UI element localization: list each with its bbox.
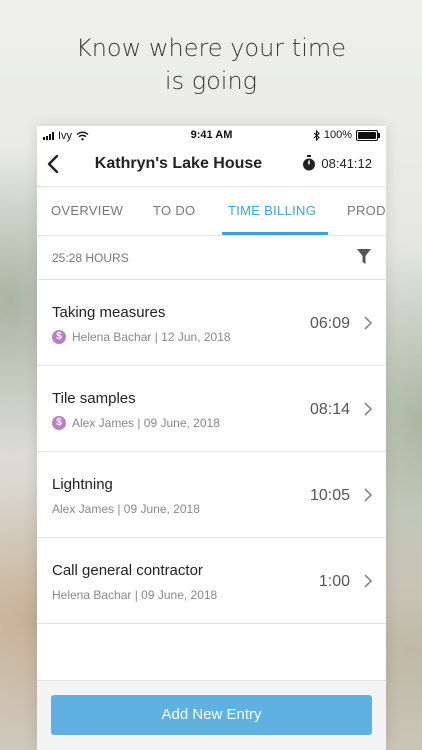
entry-meta: Helena Bachar | 12 Jun, 2018 bbox=[72, 330, 231, 344]
chevron-right-icon bbox=[364, 402, 373, 416]
entry-title: Call general contractor bbox=[52, 562, 203, 579]
stopwatch-icon bbox=[303, 155, 316, 171]
total-hours: 25:28 HOURS bbox=[52, 251, 129, 265]
bluetooth-icon bbox=[313, 129, 320, 141]
entry-duration: 1:00 bbox=[318, 573, 350, 590]
tab-overview[interactable]: OVERVIEW bbox=[51, 187, 123, 235]
entry-meta: Alex James | 09 June, 2018 bbox=[52, 502, 200, 516]
headline-line-1: Know where your time bbox=[75, 34, 347, 62]
navigation-bar: Kathryn's Lake House 08:41:12 bbox=[37, 146, 386, 186]
time-entry-row[interactable]: Taking measures $ Helena Bachar | 12 Jun… bbox=[37, 280, 386, 366]
footer-bar: Add New Entry bbox=[37, 680, 386, 750]
entry-duration: 06:09 bbox=[309, 315, 350, 332]
add-new-entry-button[interactable]: Add New Entry bbox=[51, 695, 372, 735]
time-entry-list: Taking measures $ Helena Bachar | 12 Jun… bbox=[37, 280, 386, 624]
entry-duration: 10:05 bbox=[309, 487, 350, 504]
battery-percent: 100% bbox=[323, 129, 352, 141]
status-bar: Ivy 9:41 AM 100% bbox=[37, 126, 386, 146]
tab-bar: OVERVIEW TO DO TIME BILLING PRODU bbox=[37, 186, 386, 236]
phone-screen: Ivy 9:41 AM 100% Kathryn's Lake House 08… bbox=[37, 126, 386, 750]
chevron-right-icon bbox=[364, 316, 373, 330]
timer-value: 08:41:12 bbox=[321, 155, 372, 171]
filter-button[interactable] bbox=[356, 248, 372, 266]
marketing-headline: Know where your time is going bbox=[0, 32, 422, 98]
tab-products[interactable]: PRODU bbox=[347, 187, 386, 235]
time-entry-row[interactable]: Tile samples $ Alex James | 09 June, 201… bbox=[37, 366, 386, 452]
time-entry-row[interactable]: Call general contractor Helena Bachar | … bbox=[37, 538, 386, 624]
tab-time-billing[interactable]: TIME BILLING bbox=[221, 187, 329, 235]
battery-icon bbox=[356, 129, 380, 141]
chevron-right-icon bbox=[364, 488, 373, 502]
headline-line-2: is going bbox=[164, 67, 258, 95]
entry-title: Taking measures bbox=[52, 304, 166, 321]
project-title: Kathryn's Lake House bbox=[94, 155, 263, 172]
entry-meta: Helena Bachar | 09 June, 2018 bbox=[52, 588, 218, 602]
tab-to-do[interactable]: TO DO bbox=[153, 187, 195, 235]
entry-title: Lightning bbox=[52, 476, 113, 493]
entry-title: Tile samples bbox=[52, 390, 136, 407]
entry-duration: 08:14 bbox=[309, 401, 350, 418]
running-timer[interactable]: 08:41:12 bbox=[302, 155, 372, 171]
entry-meta: Alex James | 09 June, 2018 bbox=[72, 416, 220, 430]
hours-summary-row: 25:28 HOURS bbox=[37, 236, 386, 280]
chevron-right-icon bbox=[364, 574, 373, 588]
billable-dollar-icon: $ bbox=[52, 416, 66, 430]
filter-icon bbox=[357, 249, 371, 264]
billable-dollar-icon: $ bbox=[52, 330, 66, 344]
time-entry-row[interactable]: Lightning Alex James | 09 June, 2018 10:… bbox=[37, 452, 386, 538]
